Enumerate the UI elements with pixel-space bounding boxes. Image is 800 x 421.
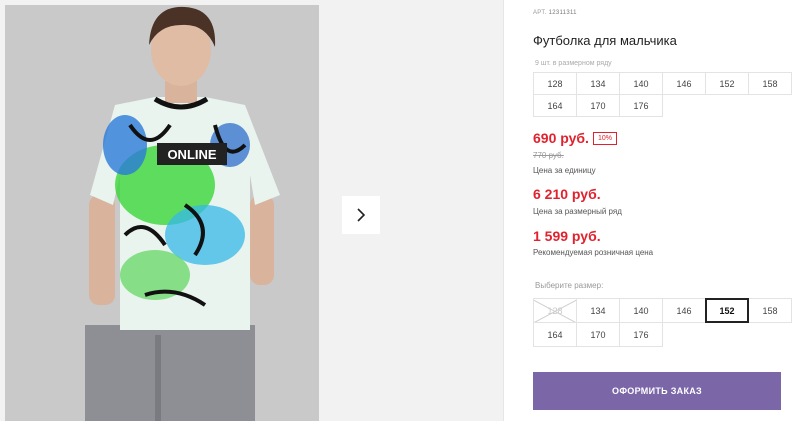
- size-row-cell: 146: [662, 72, 706, 95]
- unit-price-note: Цена за единицу: [533, 166, 596, 175]
- size-option-selected[interactable]: 152: [705, 298, 749, 323]
- size-row-cell: 152: [705, 72, 749, 95]
- sku-value: 12311311: [548, 10, 577, 16]
- next-image-button[interactable]: [342, 196, 380, 234]
- row-price: 6 210 руб.: [533, 186, 601, 202]
- shirt-print-text: ONLINE: [167, 147, 216, 162]
- row-price-note: Цена за размерный ряд: [533, 207, 622, 216]
- size-option: 128: [533, 298, 577, 323]
- product-gallery: ONLINE: [0, 0, 504, 421]
- retail-price: 1 599 руб.: [533, 228, 601, 244]
- size-row-cell: 134: [576, 72, 620, 95]
- size-selector: 128 134 140 146 152 158 164 170 176: [533, 298, 792, 347]
- sku: АРТ. 12311311: [533, 10, 577, 16]
- product-title: Футболка для мальчика: [533, 33, 677, 48]
- row-count: 9 шт. в размерном ряду: [535, 60, 612, 67]
- size-option[interactable]: 158: [748, 298, 792, 323]
- size-row-cell: 158: [748, 72, 792, 95]
- product-photo: ONLINE: [5, 5, 319, 421]
- size-row-cell: 170: [576, 94, 620, 117]
- size-row-cell: 140: [619, 72, 663, 95]
- old-price: 770 руб.: [533, 151, 564, 160]
- discount-badge: 10%: [593, 132, 618, 145]
- size-row-cell: 128: [533, 72, 577, 95]
- choose-size-label: Выберите размер:: [535, 281, 604, 290]
- retail-price-note: Рекомендуемая розничная цена: [533, 248, 654, 257]
- chevron-right-icon: [357, 208, 366, 222]
- size-option[interactable]: 140: [619, 298, 663, 323]
- size-row-cell: 176: [619, 94, 663, 117]
- unit-price: 690 руб.: [533, 130, 589, 146]
- size-row-grid: 128 134 140 146 152 158 164 170 176: [533, 72, 792, 117]
- size-option[interactable]: 146: [662, 298, 706, 323]
- sku-label: АРТ.: [533, 10, 547, 16]
- size-row-cell: 164: [533, 94, 577, 117]
- order-button[interactable]: ОФОРМИТЬ ЗАКАЗ: [533, 372, 781, 410]
- size-option[interactable]: 164: [533, 322, 577, 347]
- size-option[interactable]: 170: [576, 322, 620, 347]
- size-option[interactable]: 176: [619, 322, 663, 347]
- size-option[interactable]: 134: [576, 298, 620, 323]
